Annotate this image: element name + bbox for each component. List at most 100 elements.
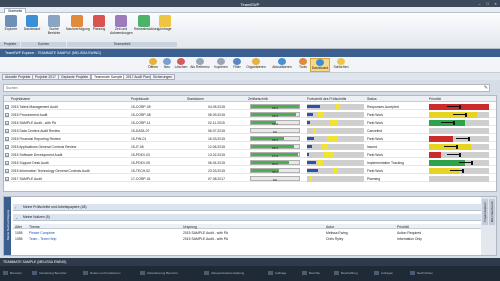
expand-icon[interactable]: + [5,120,9,125]
progress-text: 99% [271,105,278,110]
bottom-item[interactable]: Beschaffung [334,270,358,276]
step-window [326,135,339,142]
section-notes[interactable]: ⌄ Meine Notizen (5) [13,214,481,221]
bottom-item[interactable]: Nachrichten [410,270,433,276]
close-icon[interactable]: × [492,1,499,6]
expand-icon[interactable]: + [5,128,9,133]
refresh-button[interactable]: Aktualisieren [270,58,294,70]
module-icon [302,271,307,275]
tab-backups[interactable]: Sicherungen [150,74,176,80]
note-row[interactable]: 1055 Team - Team Help 2015 SAMPLE Audit … [13,236,481,242]
document-tab[interactable]: TeamEWP Explorer - TEAMMATE SAMPLE (MELI… [0,49,500,57]
tab-planned-projects[interactable]: Geplante Projekte [58,74,92,80]
table-row[interactable]: +2015 Procurement Audit 15-CORP-08 08.09.2… [4,111,496,118]
expand-icon[interactable]: + [5,104,9,109]
expand-icon[interactable]: + [5,112,9,117]
maximize-icon[interactable]: □ [484,1,491,6]
progress-text: 52% [271,121,278,126]
expand-icon[interactable]: + [5,176,9,181]
tracking-button[interactable]: Nachverfolgung [66,15,90,32]
table-row[interactable]: +2015 Software Development Audit 15-PDEV-… [4,151,496,158]
bottom-item[interactable]: Abwesenheitsverwaltung [204,270,244,276]
chevron-down-icon: ⌄ [15,215,19,220]
step-window [329,119,339,126]
organize-button[interactable]: Organisieren [244,58,268,70]
explorer-button[interactable]: Explorer [3,15,19,32]
priority-bar [429,119,489,126]
table-row[interactable]: +2015 Support Desk Audit 15-PDEV-05 06.04.… [4,159,496,166]
bottom-item[interactable]: Verwaltung Benutzer [32,270,67,276]
table-row[interactable]: +2015 Financial Reporting Review 15-FIN-0… [4,135,496,142]
survey-button[interactable]: Umfrage [156,15,174,32]
status-bar: TEAMMATE SAMPLE (MELISSA EWING) [0,258,500,266]
bottom-item[interactable]: Aufträge [268,270,286,276]
reference-button[interactable]: Als Referenz [188,58,212,70]
col-status[interactable]: Status [367,97,377,101]
expand-icon[interactable]: + [5,144,9,149]
filter-button[interactable]: Filter [230,58,244,70]
bottom-item[interactable]: Benutzer [3,270,22,276]
table-row[interactable]: +2015 Applications General Controls Revi… [4,143,496,150]
new-button[interactable]: Neu [160,58,174,70]
window-title: TeamEWP [240,1,260,7]
search-input[interactable]: Suchen ✎ [3,84,490,92]
expand-icon[interactable]: + [5,168,9,173]
tab-current-projects[interactable]: Aktuelle Projekte [2,74,34,80]
col-project-name[interactable]: Projektname [11,97,30,101]
dashboard-toggle-button[interactable]: Dashboard [310,58,330,72]
priority-line [456,138,468,139]
cell-status: Cancelled [367,128,383,133]
progress-text: 97% [271,153,278,158]
table-row[interactable]: +2015 Information Technology General Con… [4,167,496,174]
tab-teammate-sample[interactable]: Teammate Sample [91,74,126,80]
group-label: Teamarbeit [67,42,177,47]
table-row[interactable]: +2015 Talent Management Audit 15-CORP-09 0… [4,103,496,110]
bottom-item[interactable]: Berichte [302,270,320,276]
travel-button[interactable]: Reiseabwicklung [134,15,159,32]
expand-icon[interactable]: + [5,136,9,141]
cell-project-code: 15-CORP-08 [131,112,151,117]
time-progress-bar: 80% [250,160,300,166]
time-progress-bar: 52% [250,120,300,126]
cell-start-date: 16.03.2015 [208,136,225,141]
edit-icon[interactable]: ✎ [484,85,488,92]
col-step-progress[interactable]: Fortschritt des Prüfschritts [307,97,346,101]
bottom-item[interactable]: Zeiterfassung Benutzer [140,270,178,276]
tab-my-dashboard[interactable]: Mein Dashboard [489,199,495,225]
time-expense-button[interactable]: Zeit und Aufwendungen [110,15,133,36]
time-progress-bar: 97% [250,152,300,158]
section-steps[interactable]: › Meine Prüfschritte und Arbeitspapiere (… [13,204,481,211]
minimize-icon[interactable]: – [476,1,483,6]
planning-button[interactable]: Planung [90,15,108,32]
col-priority[interactable]: Priorität [429,97,441,101]
bottom-item[interactable]: Anfragen [374,270,393,276]
search-reports-button[interactable]: Suche Berichte [44,15,64,36]
view-tabs: Aktuelle Projekte Projekte 2017 Geplante… [0,73,500,80]
expand-icon[interactable]: + [5,152,9,157]
bottom-item[interactable]: Neben und Funktionen [83,270,120,276]
close-view-button[interactable]: Schließen [332,58,350,70]
tools-button[interactable]: Tools [296,58,310,70]
dashboard-button[interactable]: Dashboard [22,15,42,32]
cell-project-name: 2015 Talent Management Audit [11,104,58,109]
col-start-date[interactable]: Startdatum [187,97,204,101]
side-tab-tracking[interactable]: Meine Nachverfolgung [4,197,11,255]
step-progress-bar [307,135,364,142]
open-button[interactable]: Öffnen [146,58,160,70]
cell-project-code: 15-CORP-11 [131,120,151,125]
copy-button[interactable]: Kopieren [214,58,228,70]
table-row[interactable]: +2015 Data Centers Audit Review 15-DATA-0… [4,127,496,134]
col-time-progress[interactable]: Zeitfortschritt [248,97,268,101]
table-row[interactable]: +2017 SAMPLE Audit 17-CORP-01 07.08.2017 0%… [4,175,496,182]
tab-audit-plan[interactable]: 2017 Audit Plan [123,74,153,80]
module-icon [410,271,415,275]
travel-icon [138,15,150,27]
col-project-code[interactable]: Projektcode [131,97,149,101]
step-progress-bar [307,175,364,182]
table-row[interactable]: +2015 SAMPLE Audit - with PA 15-CORP-11 02… [4,119,496,126]
delete-button[interactable]: Löschen [174,58,188,70]
tab-projects-2017[interactable]: Projekte 2017 [32,74,59,80]
tab-project-explorer[interactable]: Projekt-Explorer [482,199,488,225]
expand-icon[interactable]: + [5,160,9,165]
module-icon [334,271,339,275]
